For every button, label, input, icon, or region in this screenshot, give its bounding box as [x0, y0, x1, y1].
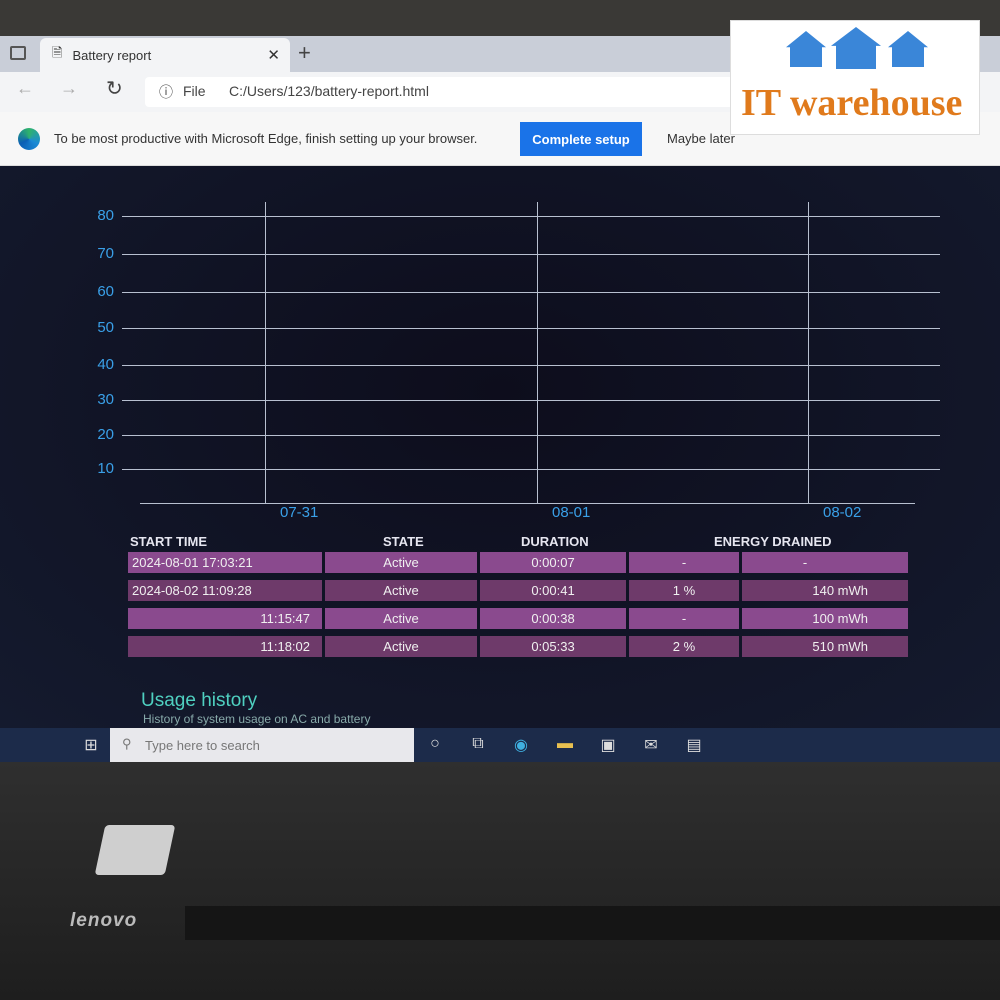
new-tab-button[interactable]: + — [298, 40, 311, 66]
mail-icon[interactable]: ✉ — [640, 735, 662, 755]
edge-taskbar-icon[interactable]: ◉ — [510, 735, 532, 755]
grid-line — [122, 469, 940, 470]
task-view-icon[interactable]: ⧉ — [467, 735, 489, 755]
duration-cell: 0:05:33 — [480, 636, 626, 657]
x-axis-line — [140, 503, 915, 504]
date-grid-line — [537, 202, 538, 503]
y-tick-label: 10 — [97, 460, 114, 477]
table-row: 2024-08-02 11:09:28 Active 0:00:41 1 % 1… — [128, 580, 908, 601]
grid-line — [122, 216, 940, 217]
table-row: 2024-08-01 17:03:21 Active 0:00:07 - - — [128, 552, 908, 573]
header-start-time: START TIME — [130, 534, 208, 549]
house-icon — [888, 31, 928, 67]
start-windows-icon[interactable]: ⊞ — [80, 735, 102, 755]
battery-report-content: 80 70 60 50 40 30 20 10 07-31 08-01 08-02 START TI… — [0, 166, 1000, 728]
state-cell: Active — [325, 608, 477, 629]
house-icon — [786, 31, 826, 67]
info-icon: ⓘ — [159, 84, 173, 100]
y-tick-label: 70 — [97, 245, 114, 262]
refresh-icon[interactable]: ↻ — [106, 76, 123, 101]
tab-actions-icon[interactable] — [10, 46, 26, 60]
laptop-screen: 🗎 Battery report ✕ + ← → ↻ ⓘ File C:/Use… — [0, 36, 1000, 762]
table-row: 11:15:47 Active 0:00:38 - 100 mWh — [128, 608, 908, 629]
y-tick-label: 40 — [97, 356, 114, 373]
state-cell: Active — [325, 580, 477, 601]
y-tick-label: 30 — [97, 391, 114, 408]
table-row: 11:18:02 Active 0:05:33 2 % 510 mWh — [128, 636, 908, 657]
x-tick-label: 07-31 — [280, 504, 319, 521]
energy-percent-cell: - — [629, 608, 739, 629]
y-tick-label: 50 — [97, 319, 114, 336]
it-warehouse-watermark: IT warehouse — [730, 20, 980, 135]
tab-title: Battery report — [72, 47, 152, 63]
start-time-cell: 11:18:02 — [128, 636, 322, 657]
watermark-text: IT warehouse — [741, 82, 963, 124]
state-cell: Active — [325, 552, 477, 573]
grid-line — [122, 328, 940, 329]
x-tick-label: 08-02 — [823, 504, 862, 521]
usage-history-subtitle: History of system usage on AC and batter… — [143, 712, 371, 726]
duration-cell: 0:00:41 — [480, 580, 626, 601]
y-tick-label: 60 — [97, 283, 114, 300]
header-state: STATE — [383, 534, 424, 549]
infobar-message: To be most productive with Microsoft Edg… — [54, 131, 478, 146]
date-grid-line — [265, 202, 266, 503]
laptop-hinge — [94, 825, 176, 875]
energy-percent-cell: 1 % — [629, 580, 739, 601]
grid-line — [122, 400, 940, 401]
energy-mwh-cell: 510 mWh — [742, 636, 908, 657]
speaker-grille — [185, 906, 1000, 940]
x-tick-label: 08-01 — [552, 504, 591, 521]
address-bar[interactable]: ⓘ File C:/Users/123/battery-report.html — [145, 77, 735, 107]
taskbar-search-box[interactable]: ⚲ Type here to search — [110, 728, 414, 762]
energy-mwh-cell: 140 mWh — [742, 580, 908, 601]
laptop-body — [0, 762, 1000, 1000]
energy-mwh-cell: 100 mWh — [742, 608, 908, 629]
start-time-cell: 11:15:47 — [128, 608, 322, 629]
start-time-cell: 2024-08-01 17:03:21 — [128, 552, 322, 573]
duration-cell: 0:00:38 — [480, 608, 626, 629]
page-icon: 🗎 — [52, 45, 63, 60]
house-icon — [831, 27, 881, 69]
taskbar: ⊞ ⚲ Type here to search ○ ⧉ ◉ ▬ ▣ ✉ ▤ — [0, 728, 1000, 762]
search-placeholder: Type here to search — [145, 738, 260, 753]
forward-icon[interactable]: → — [60, 78, 78, 99]
y-tick-label: 20 — [97, 426, 114, 443]
url-text[interactable]: C:/Users/123/battery-report.html — [229, 83, 429, 99]
search-icon: ⚲ — [122, 736, 132, 751]
grid-line — [122, 435, 940, 436]
lenovo-logo: lenovo — [70, 910, 138, 931]
maybe-later-button[interactable]: Maybe later — [667, 131, 735, 146]
header-energy-drained: ENERGY DRAINED — [714, 534, 832, 549]
edge-logo-icon — [18, 128, 40, 150]
header-duration: DURATION — [521, 534, 589, 549]
usage-history-heading: Usage history — [141, 690, 258, 711]
photos-icon[interactable]: ▤ — [683, 735, 705, 755]
date-grid-line — [808, 202, 809, 503]
duration-cell: 0:00:07 — [480, 552, 626, 573]
energy-percent-cell: - — [629, 552, 739, 573]
close-tab-icon[interactable]: ✕ — [267, 46, 280, 64]
grid-line — [122, 292, 940, 293]
tab-battery-report[interactable]: 🗎 Battery report ✕ — [40, 38, 290, 72]
grid-line — [122, 254, 940, 255]
back-icon[interactable]: ← — [16, 78, 34, 99]
y-tick-label: 80 — [97, 207, 114, 224]
grid-line — [122, 365, 940, 366]
address-prefix: File — [183, 83, 206, 99]
store-icon[interactable]: ▣ — [597, 735, 619, 755]
energy-percent-cell: 2 % — [629, 636, 739, 657]
state-cell: Active — [325, 636, 477, 657]
complete-setup-button[interactable]: Complete setup — [520, 122, 642, 156]
start-time-cell: 2024-08-02 11:09:28 — [128, 580, 322, 601]
cortana-icon[interactable]: ○ — [424, 735, 446, 755]
energy-mwh-cell: - — [742, 552, 908, 573]
file-explorer-icon[interactable]: ▬ — [554, 735, 576, 755]
